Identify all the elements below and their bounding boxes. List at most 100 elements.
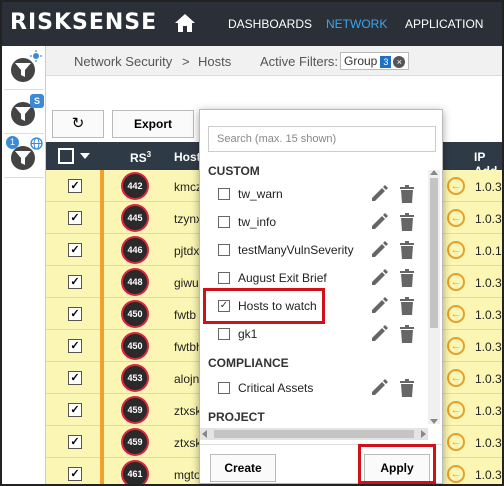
item-label: Hosts to watch	[238, 299, 317, 313]
nav-network[interactable]: NETWORK	[326, 17, 387, 31]
trash-icon[interactable]	[400, 241, 414, 259]
section-compliance: COMPLIANCE	[208, 356, 289, 370]
scroll-up-icon[interactable]	[430, 170, 438, 175]
trash-icon[interactable]	[400, 269, 414, 287]
row-checkbox[interactable]: ✓	[68, 403, 82, 417]
severity-stripe	[100, 234, 104, 266]
host-name[interactable]: ztxsk	[174, 404, 201, 418]
export-button[interactable]: Export	[112, 110, 194, 138]
host-name[interactable]: ztxsk	[174, 436, 201, 450]
scroll-right-icon[interactable]	[421, 430, 426, 438]
severity-stripe	[100, 458, 104, 484]
filter-chip-group[interactable]: Group 3 ×	[340, 52, 410, 70]
rs-score: 448	[123, 270, 147, 294]
pencil-icon[interactable]	[370, 269, 388, 287]
ip-address: 1.0.36.	[475, 436, 502, 450]
select-all-checkbox[interactable]	[58, 148, 74, 164]
rs-score: 461	[123, 462, 147, 484]
item-label: August Exit Brief	[238, 271, 327, 285]
breadcrumb-page: Hosts	[198, 54, 232, 69]
list-item[interactable]: Critical Assets	[200, 374, 428, 402]
severity-stripe	[100, 202, 104, 234]
list-item[interactable]: gk1	[200, 320, 428, 348]
count-badge: 1	[6, 136, 19, 149]
group-list: CUSTOM tw_warn tw_info testManyVulnSever…	[200, 158, 428, 426]
row-checkbox[interactable]: ✓	[68, 435, 82, 449]
filter-chip-count: 3	[380, 56, 392, 68]
create-button[interactable]: Create	[210, 454, 276, 482]
pencil-icon[interactable]	[370, 241, 388, 259]
row-checkbox[interactable]: ✓	[68, 179, 82, 193]
ip-address: 1.0.36.	[475, 212, 502, 226]
network-arrow-icon: ←	[447, 433, 465, 451]
list-item[interactable]: tw_warn	[200, 180, 428, 208]
pencil-icon[interactable]	[370, 213, 388, 231]
saved-filter-button[interactable]: S	[4, 92, 44, 134]
item-label: gk1	[238, 327, 258, 341]
item-checkbox[interactable]	[218, 272, 230, 284]
item-checkbox[interactable]	[218, 328, 230, 340]
network-arrow-icon: ←	[447, 369, 465, 387]
breadcrumb-section[interactable]: Network Security	[74, 54, 172, 69]
list-item[interactable]: tw_info	[200, 208, 428, 236]
trash-icon[interactable]	[400, 185, 414, 203]
rs-score: 450	[123, 302, 147, 326]
severity-stripe	[100, 266, 104, 298]
scroll-left-icon[interactable]	[202, 430, 207, 438]
logo: RISKSENSE	[10, 10, 158, 35]
globe-icon	[30, 137, 43, 150]
refresh-button[interactable]: ↻	[52, 110, 104, 138]
row-checkbox[interactable]: ✓	[68, 467, 82, 481]
trash-icon[interactable]	[400, 325, 414, 343]
chevron-down-icon[interactable]	[80, 153, 90, 159]
trash-icon[interactable]	[400, 213, 414, 231]
network-arrow-icon: ←	[447, 337, 465, 355]
item-label: tw_info	[238, 215, 277, 229]
host-name[interactable]: tzynx	[174, 212, 202, 226]
global-filter-button[interactable]: 1	[4, 136, 44, 178]
list-item[interactable]: August Exit Brief	[200, 264, 428, 292]
trash-icon[interactable]	[400, 379, 414, 397]
ip-address: 1.0.36.	[475, 468, 502, 482]
ip-address: 1.0.36.	[475, 308, 502, 322]
home-icon[interactable]	[175, 14, 195, 32]
filter-settings-button[interactable]	[4, 48, 44, 90]
column-host[interactable]: Host	[174, 150, 201, 164]
item-checkbox[interactable]	[218, 382, 230, 394]
scroll-thumb[interactable]	[430, 178, 438, 328]
network-arrow-icon: ←	[447, 305, 465, 323]
severity-stripe	[100, 394, 104, 426]
item-checkbox-checked[interactable]: ✓	[218, 300, 230, 312]
nav-application[interactable]: APPLICATION	[405, 17, 483, 31]
apply-button[interactable]: Apply	[364, 454, 430, 482]
item-checkbox[interactable]	[218, 244, 230, 256]
row-checkbox[interactable]: ✓	[68, 243, 82, 257]
remove-filter-icon[interactable]: ×	[393, 56, 406, 68]
pencil-icon[interactable]	[370, 185, 388, 203]
row-checkbox[interactable]: ✓	[68, 371, 82, 385]
row-checkbox[interactable]: ✓	[68, 211, 82, 225]
panel-footer: Create Apply	[200, 444, 442, 484]
row-checkbox[interactable]: ✓	[68, 307, 82, 321]
scroll-thumb[interactable]	[214, 430, 414, 438]
list-item[interactable]: testManyVulnSeverity	[200, 236, 428, 264]
row-checkbox[interactable]: ✓	[68, 339, 82, 353]
nav-dashboards[interactable]: DASHBOARDS	[228, 17, 312, 31]
rs-score: 450	[123, 334, 147, 358]
pencil-icon[interactable]	[370, 297, 388, 315]
column-rs[interactable]: RS3	[130, 150, 151, 165]
item-checkbox[interactable]	[218, 188, 230, 200]
horizontal-scrollbar[interactable]	[200, 428, 428, 440]
host-name[interactable]: fwtb	[174, 308, 196, 322]
scroll-down-icon[interactable]	[430, 419, 438, 424]
trash-icon[interactable]	[400, 297, 414, 315]
vertical-scrollbar[interactable]	[428, 170, 440, 424]
pencil-icon[interactable]	[370, 379, 388, 397]
pencil-icon[interactable]	[370, 325, 388, 343]
row-checkbox[interactable]: ✓	[68, 275, 82, 289]
host-name[interactable]: kmcz	[174, 180, 202, 194]
group-search-input[interactable]: Search (max. 15 shown)	[208, 126, 436, 152]
network-arrow-icon: ←	[447, 273, 465, 291]
item-checkbox[interactable]	[218, 216, 230, 228]
list-item-hosts-to-watch[interactable]: ✓ Hosts to watch	[200, 292, 428, 320]
